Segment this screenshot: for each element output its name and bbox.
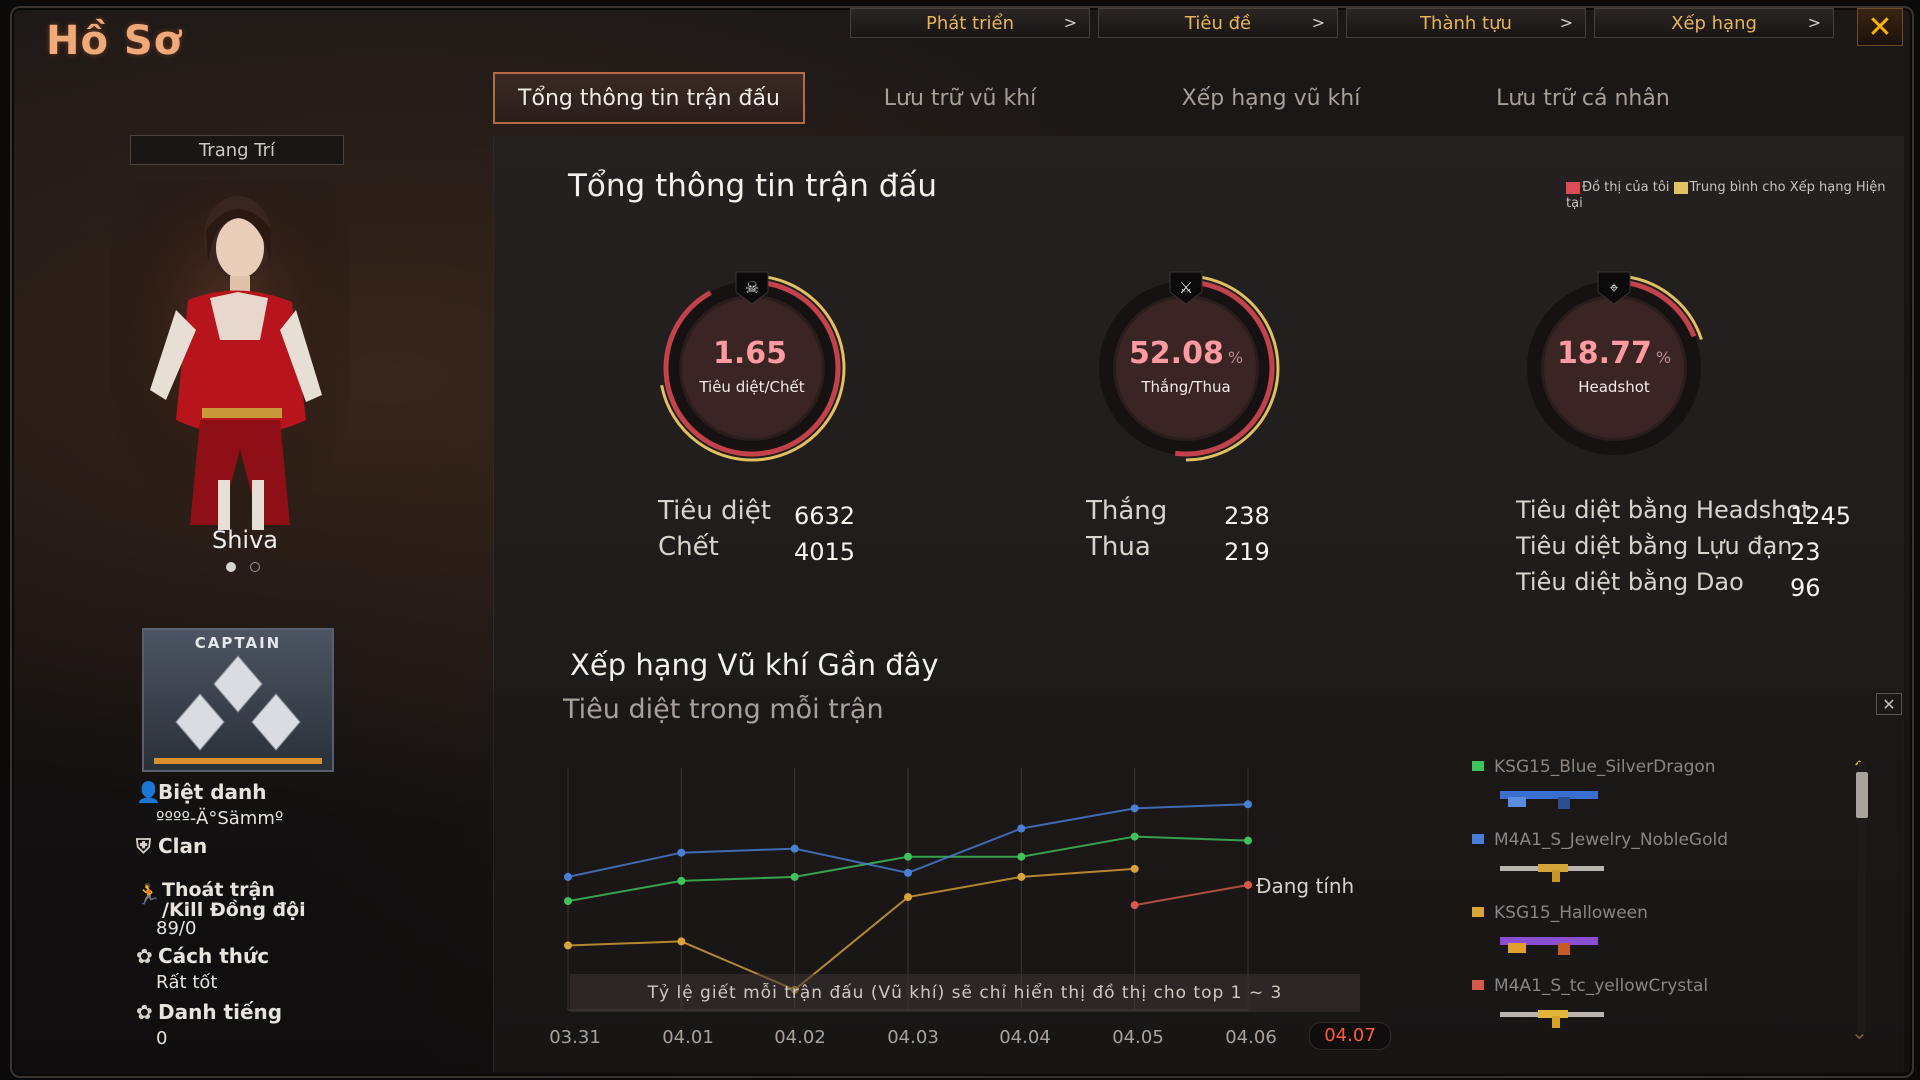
x-axis-label: 04.02 xyxy=(774,1027,826,1048)
data-point[interactable] xyxy=(677,848,686,857)
data-point[interactable] xyxy=(1244,800,1252,809)
data-point[interactable] xyxy=(1244,836,1252,845)
data-point[interactable] xyxy=(1017,872,1026,881)
data-point[interactable] xyxy=(904,893,912,902)
shotgun-icon xyxy=(1500,937,1598,955)
x-axis-label: 04.05 xyxy=(1112,1027,1164,1048)
legend-swatch xyxy=(1472,761,1484,771)
data-point[interactable] xyxy=(1017,852,1026,861)
calculating-label: Đang tính xyxy=(1256,874,1355,898)
data-point[interactable] xyxy=(904,852,912,861)
legend-swatch xyxy=(1472,907,1484,917)
x-axis-label: 04.04 xyxy=(999,1027,1051,1048)
x-axis-label[interactable]: 04.07 xyxy=(1309,1022,1391,1050)
data-point[interactable] xyxy=(564,872,572,881)
weapon-legend-item[interactable]: M4A1_S_Jewelry_NobleGold xyxy=(1472,830,1802,903)
data-point[interactable] xyxy=(904,868,912,877)
data-point[interactable] xyxy=(790,844,799,853)
weapon-legend-item[interactable]: KSG15_Halloween xyxy=(1472,903,1802,976)
data-point[interactable] xyxy=(1130,901,1139,910)
x-axis-label: 04.06 xyxy=(1225,1027,1277,1048)
data-point[interactable] xyxy=(677,876,686,885)
shotgun-icon xyxy=(1500,791,1598,809)
data-point[interactable] xyxy=(790,872,799,881)
data-point[interactable] xyxy=(564,897,572,906)
data-point[interactable] xyxy=(1130,804,1139,813)
series-line xyxy=(1134,883,1249,907)
x-axis-label: 04.01 xyxy=(662,1027,714,1048)
weapon-legend: KSG15_Blue_SilverDragon M4A1_S_Jewelry_N… xyxy=(1472,757,1802,1049)
rifle-icon xyxy=(1500,1010,1604,1028)
legend-swatch xyxy=(1472,980,1484,990)
data-point[interactable] xyxy=(1017,824,1026,833)
data-point[interactable] xyxy=(564,941,572,950)
data-point[interactable] xyxy=(1130,864,1139,873)
data-point[interactable] xyxy=(677,937,686,946)
scrollbar-thumb[interactable] xyxy=(1856,772,1868,818)
data-point[interactable] xyxy=(1244,880,1252,889)
data-point[interactable] xyxy=(1130,832,1139,841)
legend-swatch xyxy=(1472,834,1484,844)
weapon-legend-item[interactable]: M4A1_S_tc_yellowCrystal xyxy=(1472,976,1802,1049)
chart-note: Tỷ lệ giết mỗi trận đấu (Vũ khí) sẽ chỉ … xyxy=(570,974,1360,1012)
rifle-icon xyxy=(1500,864,1604,882)
weapon-legend-item[interactable]: KSG15_Blue_SilverDragon xyxy=(1472,757,1802,830)
x-axis-label: 03.31 xyxy=(549,1027,601,1048)
x-axis-label: 04.03 xyxy=(887,1027,939,1048)
scroll-down-icon[interactable]: ⌄ xyxy=(1851,1020,1868,1044)
